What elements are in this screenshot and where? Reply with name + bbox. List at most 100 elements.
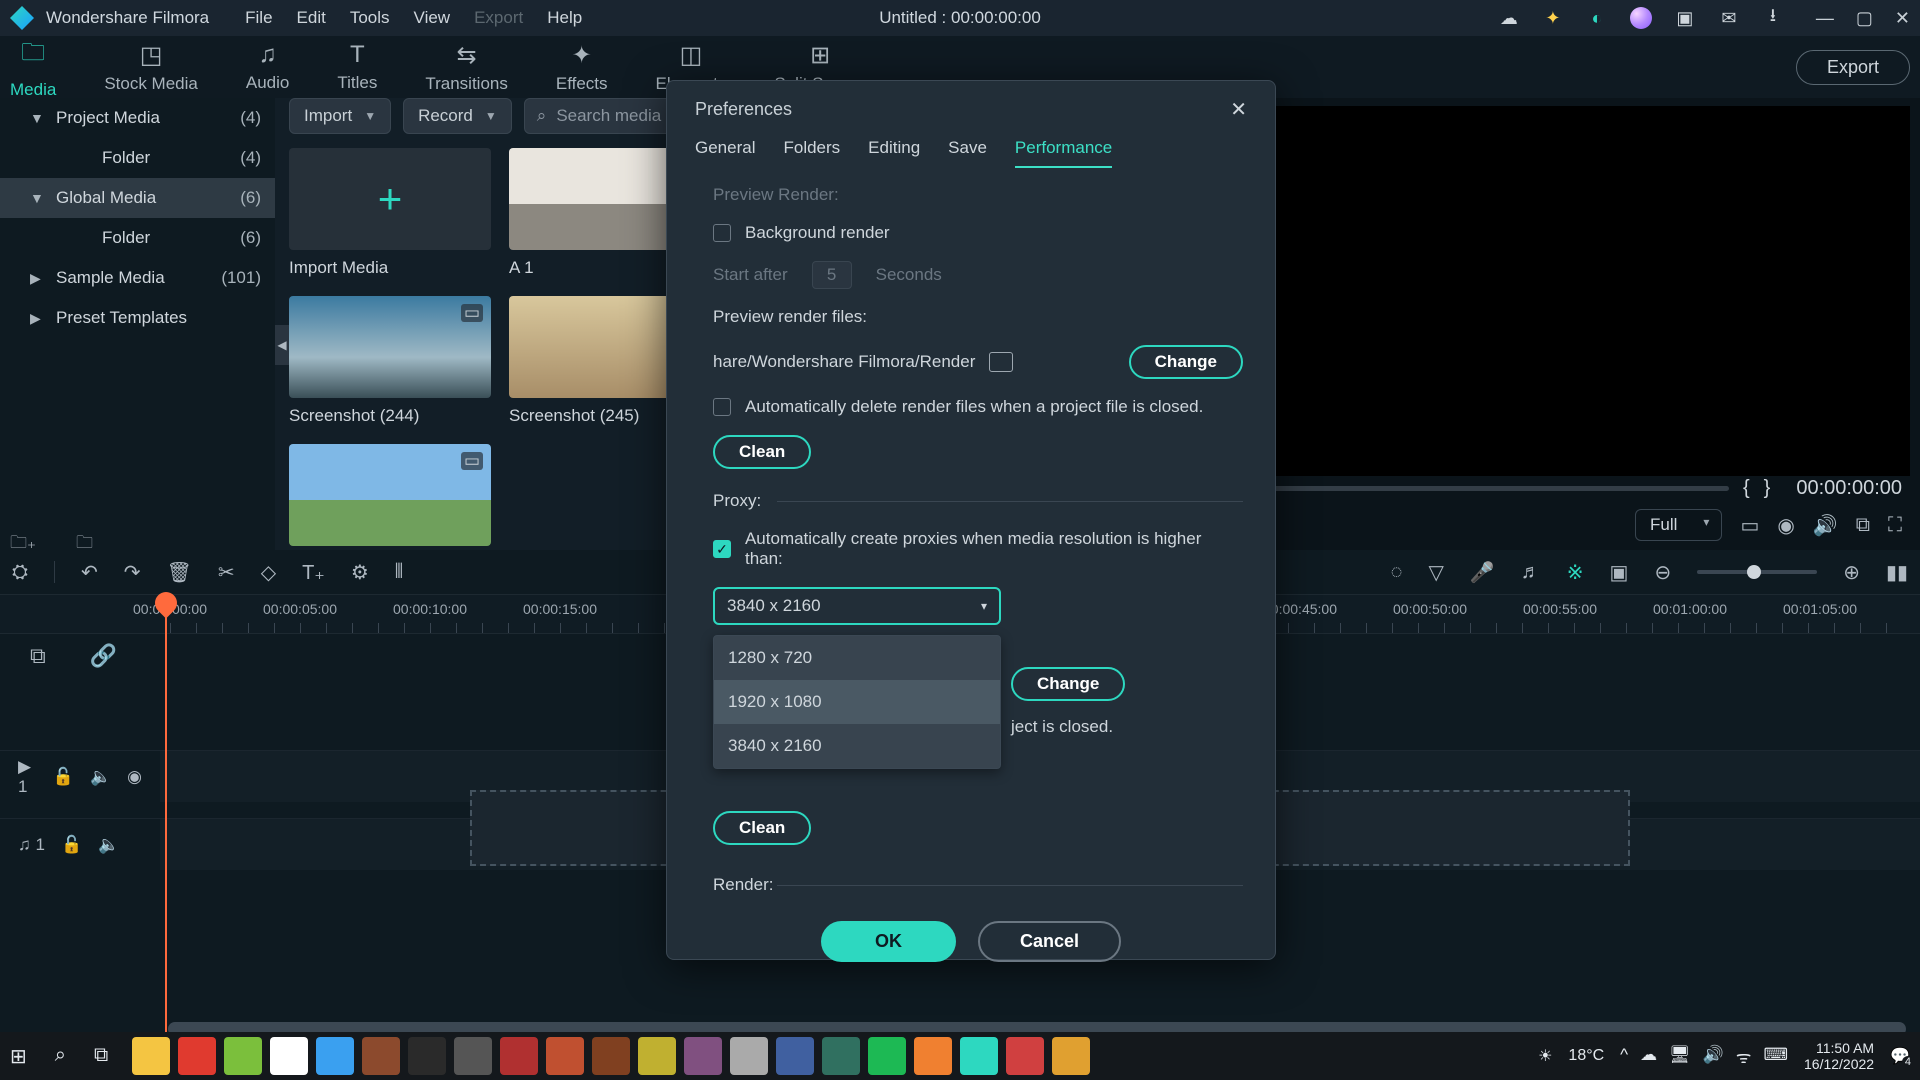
save-icon[interactable]: ▣ [1674, 7, 1696, 29]
taskbar-app[interactable] [1052, 1037, 1090, 1075]
tl-fit-icon[interactable]: ▮▮ [1886, 560, 1908, 585]
taskbar-app[interactable] [132, 1037, 170, 1075]
start-after-input[interactable]: 5 [812, 261, 852, 289]
bg-render-checkbox[interactable] [713, 224, 731, 242]
tab-transitions[interactable]: ⇆Transitions [425, 41, 508, 94]
taskbar[interactable]: ⊞ ⌕ ⧉ ☀18°C ^☁🖥🔊ᯤ⌨ 11:50 AM16/12/2022 💬4 [0, 1032, 1920, 1080]
minimize-icon[interactable]: — [1816, 8, 1834, 29]
tl-link-icon[interactable]: 🔗 [90, 643, 117, 669]
tl-dup-icon[interactable]: ⧉ [30, 643, 46, 669]
taskbar-app[interactable] [454, 1037, 492, 1075]
sidebar-item[interactable]: Folder(6) [0, 218, 275, 258]
menu-view[interactable]: View [414, 8, 451, 28]
undo-icon[interactable]: ↶ [81, 560, 98, 585]
mark-out[interactable]: } [1764, 477, 1771, 500]
tl-music-icon[interactable]: ♬ [1521, 561, 1541, 584]
fullscreen-icon[interactable]: ⛶ [1888, 514, 1902, 537]
mark-in[interactable]: { [1743, 477, 1750, 500]
tag-icon[interactable]: ◇ [261, 560, 276, 585]
tab-titles[interactable]: TTitles [337, 41, 377, 93]
mail-icon[interactable]: ✉ [1718, 7, 1740, 29]
cut-icon[interactable]: ✂ [218, 560, 235, 585]
sidebar-item[interactable]: ▼Project Media(4) [0, 98, 275, 138]
clean-render-button[interactable]: Clean [713, 435, 811, 469]
lock-icon[interactable]: 🔓 [61, 835, 82, 855]
prefs-tab-general[interactable]: General [695, 138, 755, 168]
tl-settings-icon[interactable]: ⛭ [12, 561, 28, 584]
prefs-tab-performance[interactable]: Performance [1015, 138, 1112, 168]
prefs-tab-folders[interactable]: Folders [783, 138, 840, 168]
tab-audio[interactable]: ♫Audio [246, 41, 289, 93]
taskbar-app[interactable] [638, 1037, 676, 1075]
popout-icon[interactable]: ⧉ [1856, 514, 1870, 537]
taskbar-app[interactable] [546, 1037, 584, 1075]
prefs-tab-save[interactable]: Save [948, 138, 987, 168]
menu-file[interactable]: File [245, 8, 272, 28]
taskbar-app[interactable] [868, 1037, 906, 1075]
import-dropdown[interactable]: Import▼ [289, 98, 391, 134]
auto-proxy-checkbox[interactable]: ✓ [713, 540, 731, 558]
dropdown-item[interactable]: 1920 x 1080 [714, 680, 1000, 724]
download-icon[interactable]: ⭳ [1762, 7, 1784, 29]
clean-proxy-button[interactable]: Clean [713, 811, 811, 845]
change-render-path-button[interactable]: Change [1129, 345, 1243, 379]
waveform-icon[interactable]: ⫴ [395, 561, 403, 584]
lock-icon[interactable]: 🔓 [53, 767, 74, 787]
taskbar-app[interactable] [1006, 1037, 1044, 1075]
clock[interactable]: 11:50 AM16/12/2022 [1804, 1040, 1874, 1072]
headset-icon[interactable]: ◐ [1586, 7, 1608, 29]
taskbar-app[interactable] [270, 1037, 308, 1075]
taskbar-app[interactable] [178, 1037, 216, 1075]
eye-icon[interactable]: ◉ [127, 767, 142, 787]
taskbar-app[interactable] [592, 1037, 630, 1075]
record-dropdown[interactable]: Record▼ [403, 98, 512, 134]
taskbar-app[interactable] [776, 1037, 814, 1075]
zoom-in-icon[interactable]: ⊕ [1843, 560, 1860, 585]
taskbar-app[interactable] [408, 1037, 446, 1075]
screen-icon[interactable]: ▭ [1740, 513, 1759, 538]
sidebar-item[interactable]: ▶Preset Templates [0, 298, 275, 338]
mute-icon[interactable]: 🔈 [98, 835, 119, 855]
taskbar-app[interactable] [684, 1037, 722, 1075]
change-proxy-path-button[interactable]: Change [1011, 667, 1125, 701]
collapse-handle[interactable]: ◀ [275, 325, 289, 365]
adjust-icon[interactable]: ⚙ [351, 560, 369, 585]
sidebar-item[interactable]: Folder(4) [0, 138, 275, 178]
media-tile[interactable]: +Import Media [289, 148, 491, 278]
taskbar-app[interactable] [362, 1037, 400, 1075]
ok-button[interactable]: OK [821, 921, 956, 962]
delete-icon[interactable]: 🗑 [167, 560, 192, 585]
taskview-icon[interactable]: ⧉ [94, 1044, 108, 1069]
tab-media[interactable]: 🗀Media [10, 35, 56, 100]
cloud-icon[interactable]: ☁ [1498, 7, 1520, 29]
taskbar-app[interactable] [914, 1037, 952, 1075]
tab-effects[interactable]: ✦Effects [556, 41, 608, 94]
dialog-close-icon[interactable]: ✕ [1230, 97, 1247, 122]
tl-marker-icon[interactable]: ▣ [1610, 560, 1629, 585]
proxy-resolution-select[interactable]: 3840 x 2160▾ [713, 587, 1001, 625]
tab-stock-media[interactable]: ◳Stock Media [104, 41, 198, 94]
taskbar-app[interactable] [224, 1037, 262, 1075]
menu-edit[interactable]: Edit [297, 8, 326, 28]
taskbar-app[interactable] [316, 1037, 354, 1075]
prefs-tab-editing[interactable]: Editing [868, 138, 920, 168]
start-icon[interactable]: ⊞ [10, 1044, 27, 1069]
bulb-icon[interactable]: ✦ [1542, 7, 1564, 29]
export-button[interactable]: Export [1796, 50, 1910, 85]
taskbar-search-icon[interactable]: ⌕ [55, 1044, 66, 1069]
cancel-button[interactable]: Cancel [978, 921, 1121, 962]
taskbar-app[interactable] [960, 1037, 998, 1075]
avatar[interactable] [1630, 7, 1652, 29]
menu-help[interactable]: Help [547, 8, 582, 28]
folder-icon[interactable] [989, 352, 1013, 372]
tl-mic-icon[interactable]: 🎤 [1470, 560, 1495, 585]
redo-icon[interactable]: ↷ [124, 560, 141, 585]
auto-delete-render-checkbox[interactable] [713, 398, 731, 416]
zoom-out-icon[interactable]: ⊖ [1654, 560, 1671, 585]
dropdown-item[interactable]: 3840 x 2160 [714, 724, 1000, 768]
taskbar-app[interactable] [500, 1037, 538, 1075]
media-tile[interactable]: ▭ [289, 444, 491, 554]
maximize-icon[interactable]: ▢ [1856, 8, 1873, 29]
tl-render-icon[interactable]: ◌ [1391, 561, 1403, 584]
media-tile[interactable]: ▭Screenshot (244) [289, 296, 491, 426]
